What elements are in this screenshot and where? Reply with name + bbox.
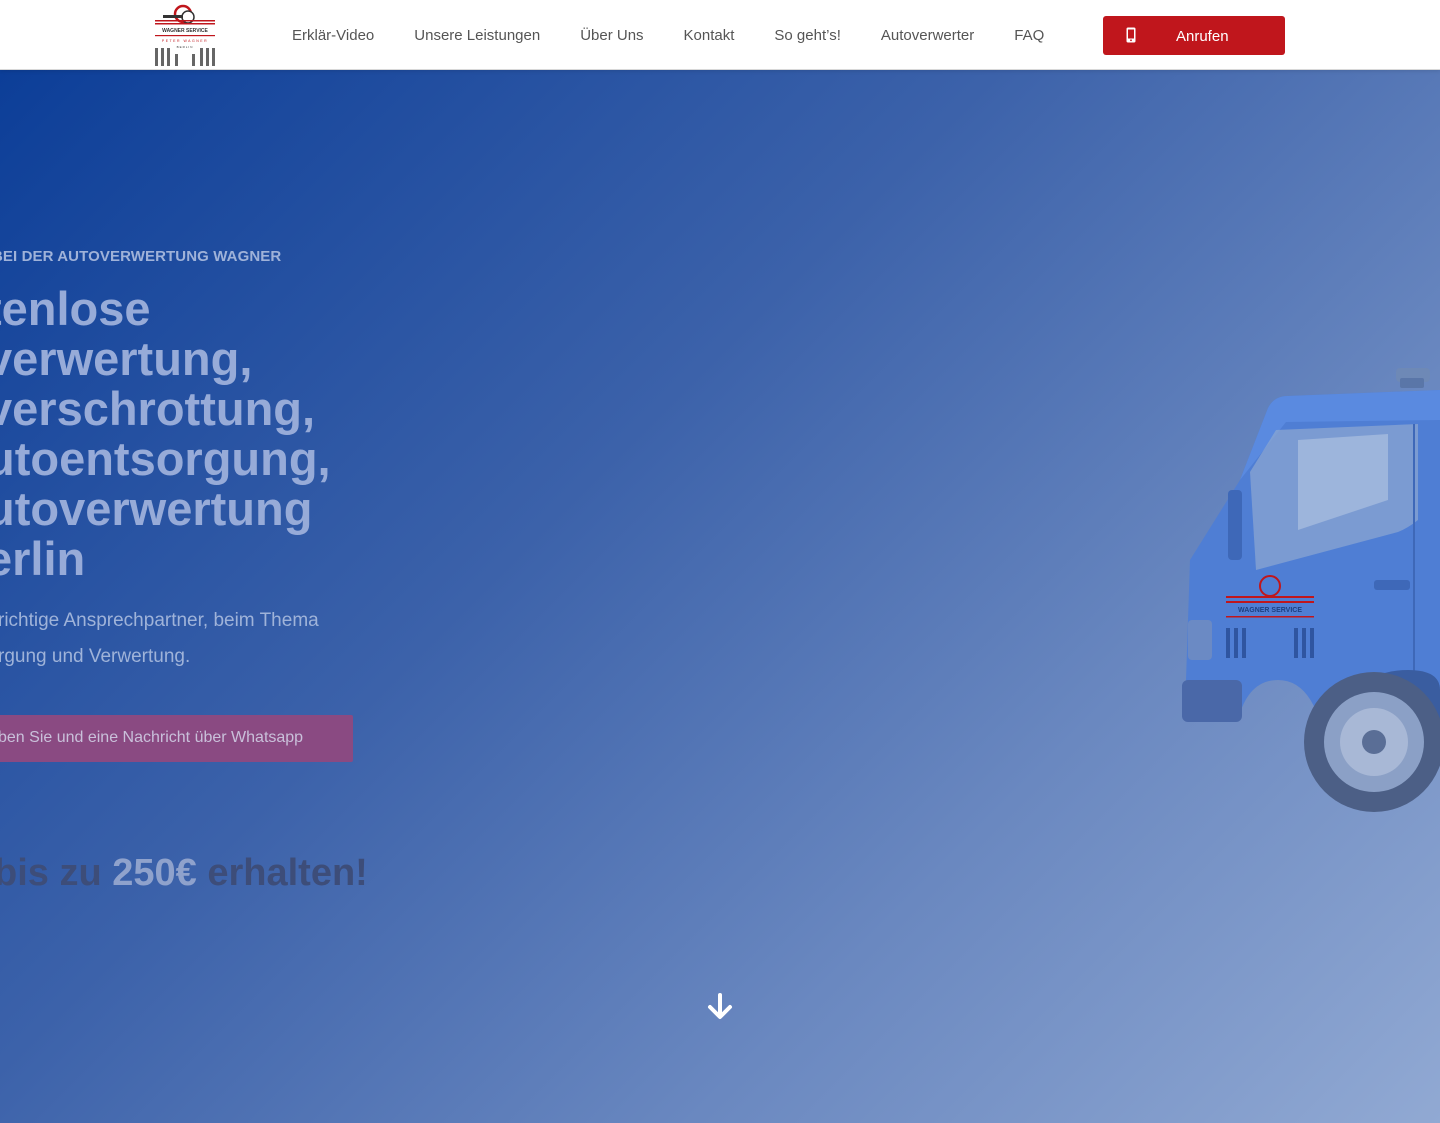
headline-line: tenlose [0,282,151,335]
subtext-line: rgung und Verwertung. [0,646,191,667]
logo-icon: WAGNER SERVICE PETER WAGNER BERLIN [155,4,215,66]
promo-prefix: bis zu [0,852,113,894]
headline-line: erlin [0,532,86,585]
site-logo[interactable]: WAGNER SERVICE PETER WAGNER BERLIN [153,4,217,68]
site-header: WAGNER SERVICE PETER WAGNER BERLIN Erklä… [0,0,1440,70]
nav-item-unsere-leistungen[interactable]: Unsere Leistungen [394,27,560,44]
hero-headline: tenlose verwertung, verschrottung, utoen… [0,284,366,584]
headline-line: utoverwertung [0,482,313,535]
scroll-down-button[interactable] [706,992,734,1027]
subtext-line: richtige Ansprechpartner, beim Thema [0,610,319,631]
svg-text:BERLIN: BERLIN [177,45,194,49]
nav-item-faq[interactable]: FAQ [994,27,1064,44]
call-button[interactable]: Anrufen [1103,16,1285,55]
phone-icon [1126,27,1136,43]
arrow-down-icon [708,993,732,1019]
nav-item-so-gehts[interactable]: So geht’s! [754,27,860,44]
nav-item-autoverwerter[interactable]: Autoverwerter [861,27,994,44]
call-button-label: Anrufen [1176,28,1229,45]
headline-line: utoentsorgung, [0,432,331,485]
promo-text: bis zu 250€ erhalten! [0,852,368,895]
promo-amount: 250€ [112,852,197,894]
truck-icon: WAGNER SERVICE [1182,368,1440,812]
promo-suffix: erhalten! [196,852,368,894]
svg-text:WAGNER SERVICE: WAGNER SERVICE [162,28,208,34]
hero-subtext: richtige Ansprechpartner, beim Thema rgu… [0,603,358,675]
svg-text:WAGNER SERVICE: WAGNER SERVICE [1238,607,1302,614]
headline-line: verwertung, [0,332,253,385]
headline-line: verschrottung, [0,382,316,435]
nav-item-ueber-uns[interactable]: Über Uns [560,27,663,44]
whatsapp-button[interactable]: ben Sie und eine Nachricht über Whatsapp [0,715,353,762]
whatsapp-button-label: ben Sie und eine Nachricht über Whatsapp [0,729,304,746]
nav-item-erklaer-video[interactable]: Erklär-Video [272,27,394,44]
svg-text:PETER WAGNER: PETER WAGNER [162,39,208,43]
hero-kicker: BEI DER AUTOVERWERTUNG WAGNER [0,248,282,265]
nav-item-kontakt[interactable]: Kontakt [664,27,755,44]
main-nav: Erklär-Video Unsere Leistungen Über Uns … [272,0,1064,70]
hero-section: BEI DER AUTOVERWERTUNG WAGNER tenlose ve… [0,70,1440,1123]
truck-image: WAGNER SERVICE [1178,360,1440,825]
